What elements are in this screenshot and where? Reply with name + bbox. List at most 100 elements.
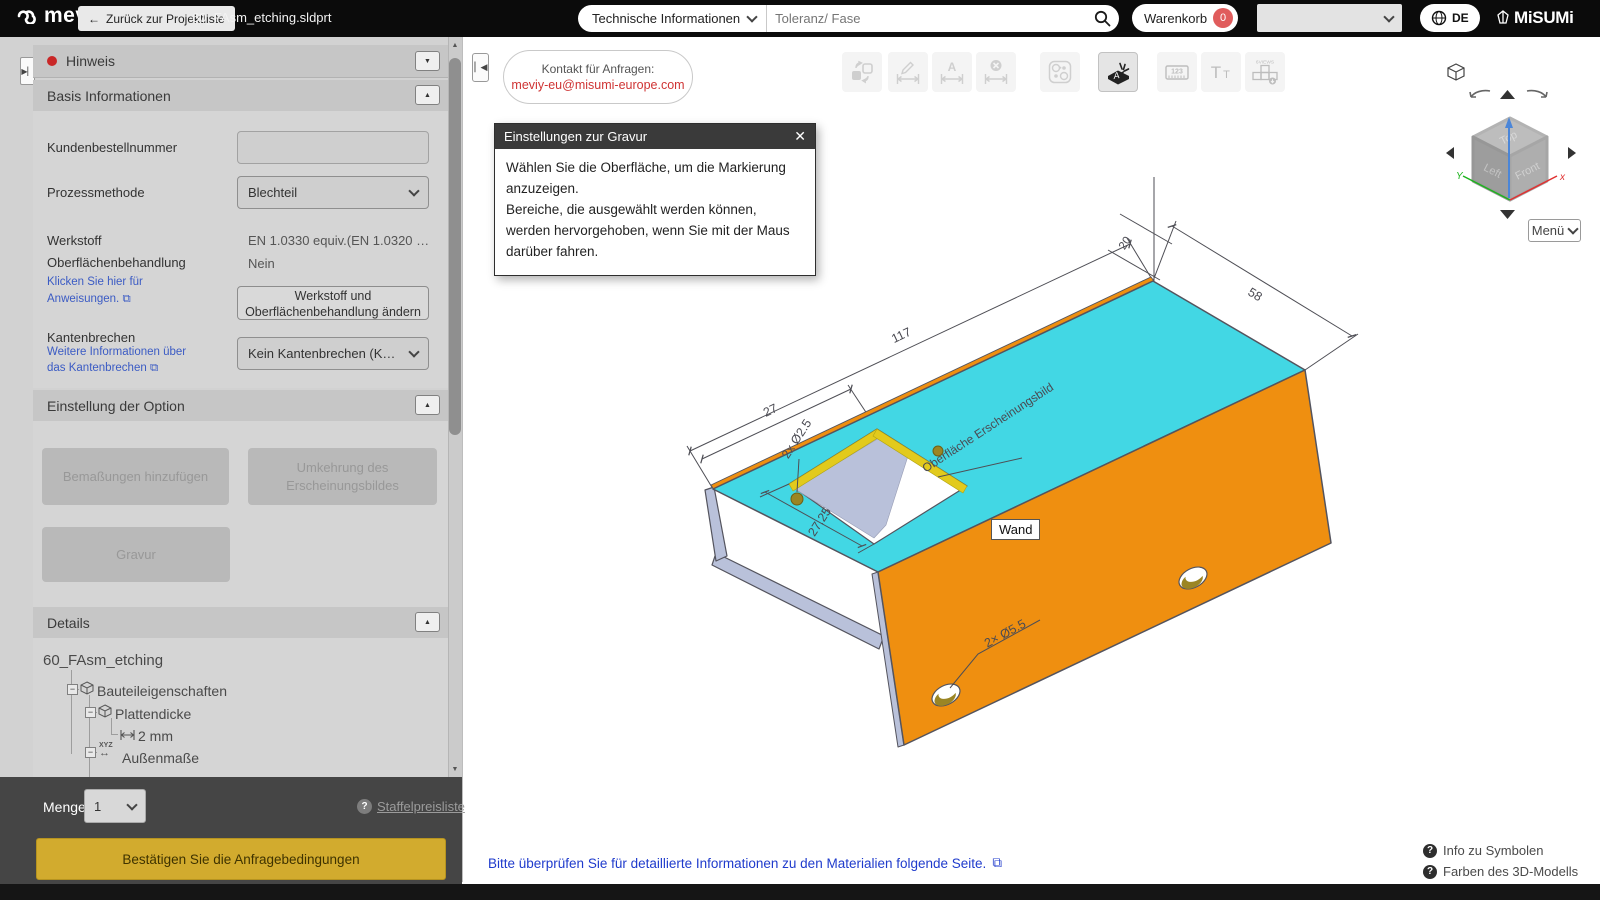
search-category-select[interactable]: Technische Informationen <box>578 5 766 32</box>
basis-collapse-button[interactable]: ▲ <box>415 85 440 105</box>
search-icon <box>1094 10 1110 27</box>
rotate-left-icon[interactable] <box>1469 89 1491 98</box>
misumi-logo[interactable]: MiSUMi <box>1496 8 1574 28</box>
surface-treatment-label: Oberflächenbehandlung <box>47 255 186 270</box>
remove-dimension-icon <box>984 60 1008 84</box>
quantity-select[interactable]: 1 <box>84 789 146 823</box>
process-method-select[interactable]: Blechteil <box>237 176 429 209</box>
rotate-left-arrow[interactable] <box>1446 147 1454 159</box>
scrollbar-up-arrow[interactable]: ▲ <box>448 39 462 52</box>
viewcube-menu-button[interactable]: Menü <box>1528 219 1581 242</box>
cart-button[interactable]: Warenkorb 0 <box>1132 4 1239 32</box>
options-collapse-button[interactable]: ▲ <box>415 395 440 415</box>
process-method-value: Blechteil <box>248 185 298 200</box>
text-tool[interactable]: T T <box>1201 52 1241 92</box>
language-button[interactable]: DE <box>1420 4 1480 32</box>
edge-break-link-line1[interactable]: Weitere Informationen über <box>47 346 186 358</box>
cube-icon <box>98 704 112 718</box>
globe-icon <box>1431 10 1447 26</box>
letter-dimension-icon: A <box>940 60 964 84</box>
instructions-link-line2[interactable]: Anweisungen. ⧉ <box>47 293 131 306</box>
engraving-settings-popup: Einstellungen zur Gravur ✕ Wählen Sie di… <box>494 123 816 276</box>
invert-appearance-button[interactable]: Umkehrung des Erscheinungsbildes <box>248 448 437 505</box>
tree-collapse-box[interactable]: − <box>85 707 96 718</box>
part-left-web[interactable] <box>704 486 728 562</box>
chevron-down-icon <box>408 346 420 358</box>
tree-node-properties[interactable]: Bauteileigenschaften <box>97 683 227 699</box>
options-section-header[interactable]: Einstellung der Option ▲ <box>33 390 448 422</box>
rotate-down-arrow[interactable] <box>1500 210 1515 219</box>
chevron-down-icon <box>1567 223 1579 235</box>
add-dimensions-button[interactable]: Bemaßungen hinzufügen <box>42 448 229 505</box>
search-button[interactable] <box>1085 5 1119 32</box>
order-number-input[interactable] <box>237 131 429 164</box>
popup-header[interactable]: Einstellungen zur Gravur ✕ <box>495 124 815 149</box>
details-header-label: Details <box>47 614 90 631</box>
small-hole-marker[interactable] <box>790 492 804 506</box>
rotate-right-icon[interactable] <box>1526 89 1548 98</box>
price-list-link[interactable]: ? Staffelpreisliste <box>357 799 465 814</box>
material-value: EN 1.0330 equiv.(EN 1.0320 … <box>248 233 430 248</box>
process-method-label: Prozessmethode <box>47 185 145 200</box>
delete-dimension-tool[interactable] <box>976 52 1016 92</box>
popup-text-line1: Wählen Sie die Oberfläche, um die Markie… <box>506 160 786 196</box>
close-icon[interactable]: ✕ <box>794 128 806 145</box>
language-label: DE <box>1452 11 1469 25</box>
tree-collapse-box[interactable]: − <box>85 747 96 758</box>
view-cube-widget[interactable]: Top Left Front Y x <box>1438 58 1588 223</box>
tree-node-thickness-value[interactable]: 2 mm <box>138 728 173 744</box>
basis-header-label: Basis Informationen <box>47 87 171 104</box>
engraving-button[interactable]: Gravur <box>42 527 230 582</box>
details-section-header[interactable]: Details ▲ <box>33 607 448 639</box>
quantity-panel: Menge 1 ? Staffelpreisliste Bestätigen S… <box>0 777 465 884</box>
basis-section-header[interactable]: Basis Informationen ▲ <box>33 80 448 112</box>
materials-link-text: Bitte überprüfen Sie für detaillierte In… <box>488 855 987 871</box>
sidebar-collapse-button[interactable]: ▏◀ <box>472 53 489 82</box>
measure-tool[interactable]: 123 <box>1157 52 1197 92</box>
details-collapse-button[interactable]: ▲ <box>415 612 440 632</box>
model-colors-info-link[interactable]: ? Farben des 3D-Modells <box>1423 864 1578 879</box>
invert-appearance-tool[interactable] <box>842 52 882 92</box>
tree-node-outer-dimensions[interactable]: Außenmaße <box>122 750 199 766</box>
chevron-down-icon <box>1383 10 1395 23</box>
question-icon: ? <box>1423 864 1437 879</box>
pencil-dimension-icon <box>896 61 920 84</box>
tree-root-node[interactable]: 60_FAsm_etching <box>43 652 163 669</box>
edge-break-link-line2[interactable]: das Kantenbrechen ⧉ <box>47 362 158 375</box>
confirm-request-button[interactable]: Bestätigen Sie die Anfragebedingungen <box>36 838 446 880</box>
sidebar-scrollbar-thumb[interactable] <box>449 58 461 435</box>
rotate-right-arrow[interactable] <box>1568 147 1576 159</box>
materials-info-link[interactable]: Bitte überprüfen Sie für detaillierte In… <box>488 855 1002 871</box>
search-input[interactable] <box>767 11 1085 26</box>
rotate-up-arrow[interactable] <box>1500 90 1515 99</box>
part-geometry[interactable] <box>704 276 1332 748</box>
six-views-tool[interactable]: 6VIEWS <box>1245 52 1285 92</box>
text-TT-icon: T T <box>1211 63 1230 82</box>
symbols-info-link[interactable]: ? Info zu Symbolen <box>1423 843 1543 858</box>
back-arrow-icon: ← <box>88 11 100 26</box>
text-dimension-tool[interactable]: A <box>932 52 972 92</box>
iso-view-icon[interactable] <box>1447 63 1465 81</box>
tree-connector <box>71 670 72 754</box>
hinweis-toggle-button[interactable]: ▼ <box>415 51 440 71</box>
edge-break-select[interactable]: Kein Kantenbrechen (K… <box>237 337 429 370</box>
hole-tool[interactable] <box>1040 52 1080 92</box>
order-number-label: Kundenbestellnummer <box>47 140 178 155</box>
change-material-button[interactable]: Werkstoff und Oberflächenbehandlung ände… <box>237 286 429 320</box>
tree-node-thickness[interactable]: Plattendicke <box>115 706 191 722</box>
tree-connector <box>111 734 118 735</box>
price-list-label: Staffelpreisliste <box>377 799 465 814</box>
account-select[interactable] <box>1257 4 1402 32</box>
part-bottom-flange[interactable] <box>711 552 885 650</box>
edit-dimension-tool[interactable] <box>888 52 928 92</box>
options-header-label: Einstellung der Option <box>47 397 185 414</box>
tree-collapse-box[interactable]: − <box>67 684 78 695</box>
scrollbar-down-arrow[interactable]: ▼ <box>448 763 462 776</box>
cart-count-badge: 0 <box>1213 8 1234 28</box>
engraving-tool[interactable]: A <box>1098 52 1138 92</box>
popup-body: Wählen Sie die Oberfläche, um die Markie… <box>495 149 815 275</box>
hinweis-row: Hinweis ▼ <box>33 45 448 78</box>
contact-email-link[interactable]: meviy-eu@misumi-europe.com <box>511 78 684 92</box>
instructions-link-line1[interactable]: Klicken Sie hier für <box>47 276 143 288</box>
contact-card: Kontakt für Anfragen: meviy-eu@misumi-eu… <box>503 50 693 104</box>
